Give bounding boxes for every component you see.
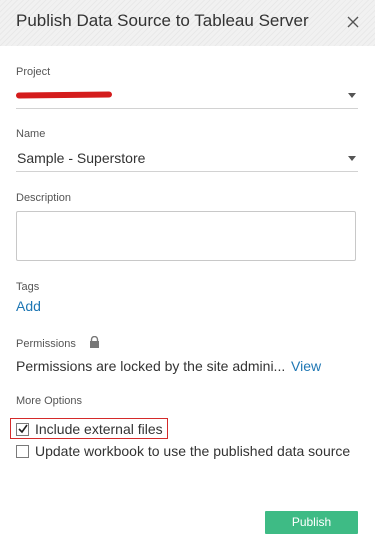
name-select[interactable]: Sample - Superstore xyxy=(16,147,358,172)
name-value: Sample - Superstore xyxy=(17,150,146,166)
chevron-down-icon xyxy=(348,156,356,161)
name-label: Name xyxy=(16,128,46,140)
chevron-down-icon xyxy=(348,93,356,98)
close-icon[interactable] xyxy=(345,14,361,30)
publish-button[interactable]: Publish xyxy=(265,511,358,534)
lock-icon xyxy=(90,336,99,348)
include-external-files-label[interactable]: Include external files xyxy=(35,421,163,437)
view-permissions-link[interactable]: View xyxy=(291,358,321,374)
description-label: Description xyxy=(16,192,72,204)
permissions-label: Permissions xyxy=(16,338,76,350)
dialog-title-bar: Publish Data Source to Tableau Server xyxy=(0,0,375,46)
add-tag-link[interactable]: Add xyxy=(16,298,41,314)
update-workbook-label[interactable]: Update workbook to use the published dat… xyxy=(35,443,350,459)
include-external-files-checkbox[interactable] xyxy=(16,423,29,436)
description-field[interactable] xyxy=(16,211,356,261)
dialog-title: Publish Data Source to Tableau Server xyxy=(16,11,309,30)
tags-label: Tags xyxy=(16,281,40,293)
more-options-label: More Options xyxy=(16,395,83,407)
project-select[interactable] xyxy=(15,84,358,109)
project-label: Project xyxy=(16,66,51,78)
permissions-text: Permissions are locked by the site admin… xyxy=(16,358,286,374)
checkmark-icon xyxy=(18,424,28,434)
update-workbook-checkbox[interactable] xyxy=(16,445,29,458)
redaction-mark xyxy=(15,91,113,99)
